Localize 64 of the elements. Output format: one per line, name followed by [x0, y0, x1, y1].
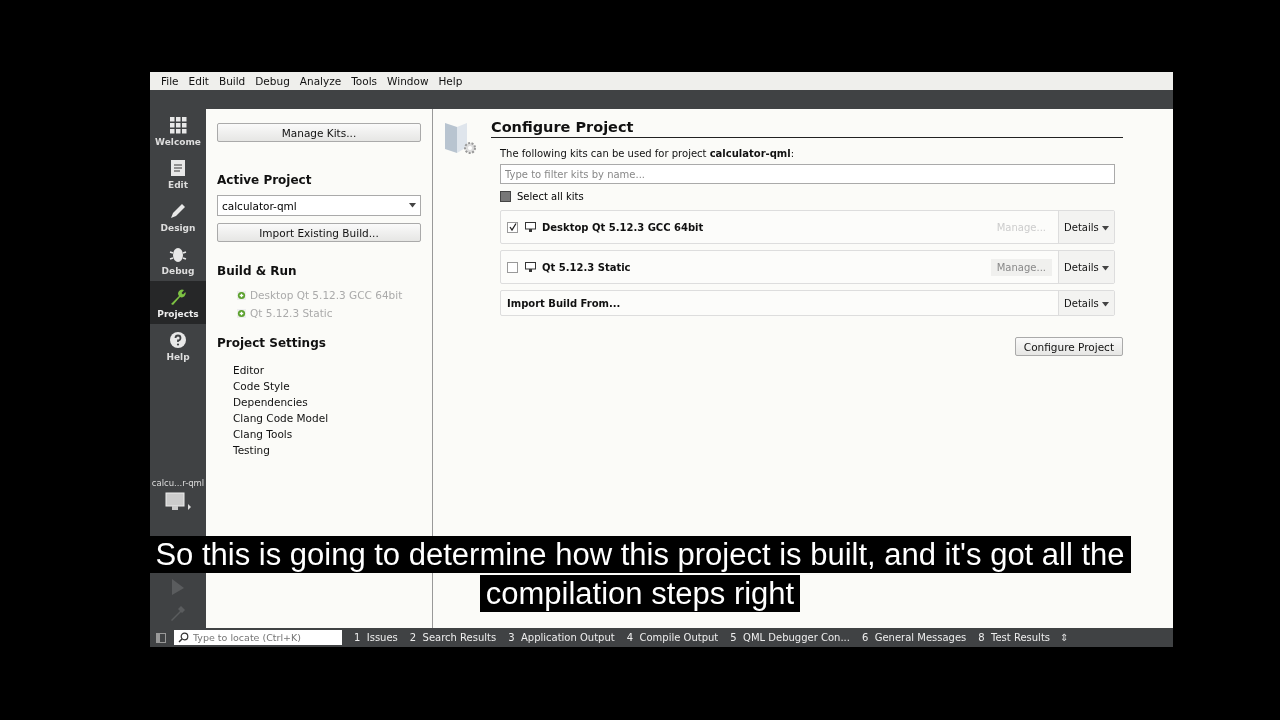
section-heading: Build & Run	[217, 264, 298, 278]
menu-item[interactable]: Window	[382, 75, 434, 87]
output-pane-tab[interactable]: 5 QML Debugger Con...	[724, 632, 856, 643]
search-icon	[178, 632, 189, 643]
caret-icon	[1101, 225, 1109, 231]
pane-toggle[interactable]: ⇕	[1056, 632, 1073, 643]
mode-button[interactable]: Edit	[150, 152, 206, 195]
caret-icon	[1101, 265, 1109, 271]
plus-icon	[237, 290, 246, 300]
caret-icon	[409, 203, 416, 208]
menu-item[interactable]: Help	[433, 75, 468, 87]
settings-item[interactable]: Code Style	[233, 380, 421, 396]
settings-item[interactable]: Editor	[233, 364, 421, 380]
menu-item[interactable]: Tools	[346, 75, 383, 87]
monitor-icon	[525, 262, 536, 272]
menu-item[interactable]: Debug	[250, 75, 295, 87]
checkbox[interactable]	[500, 191, 511, 202]
settings-item[interactable]: Dependencies	[233, 396, 421, 412]
settings-item[interactable]: Testing	[233, 444, 421, 460]
menu-item[interactable]: Build	[213, 75, 251, 87]
checkbox[interactable]	[507, 261, 518, 273]
help-icon	[168, 329, 188, 350]
settings-item[interactable]: Clang Tools	[233, 428, 421, 444]
monitor-icon	[525, 222, 536, 232]
caret-icon	[1101, 301, 1109, 307]
checkbox-label: Select all kits	[517, 191, 584, 202]
mode-button[interactable]: Projects	[150, 281, 206, 324]
mode-button[interactable]: Design	[150, 195, 206, 238]
plus-icon	[237, 308, 246, 318]
checkbox[interactable]	[507, 221, 518, 233]
import-build-button[interactable]: Import Existing Build...	[217, 223, 421, 242]
output-pane-tab[interactable]: 3 Application Output	[502, 632, 621, 643]
menu-item[interactable]: Edit	[183, 75, 214, 87]
output-pane-tab[interactable]: 8 Test Results	[972, 632, 1057, 643]
details-button[interactable]: Details	[1058, 291, 1114, 315]
kit-name: Desktop Qt 5.12.3 GCC 64bit	[542, 221, 704, 233]
project-dropdown[interactable]: calculator-qml	[217, 195, 421, 216]
sidebar-toggle-icon[interactable]	[156, 632, 166, 643]
mode-button[interactable]: Debug	[150, 238, 206, 281]
target-project[interactable]: calcu...r-qml	[150, 478, 206, 488]
mode-button[interactable]: Welcome	[150, 109, 206, 152]
grid-icon	[168, 114, 188, 135]
filter-field[interactable]: Type to filter kits by name...	[500, 164, 1115, 184]
output-pane-tab[interactable]: 6 General Messages	[855, 632, 973, 643]
output-pane-tab[interactable]: 4 Compile Output	[620, 632, 725, 643]
section-heading: Active Project	[217, 173, 313, 187]
document-icon	[168, 157, 188, 178]
intro-text: The following kits can be used for project calculator-qml:	[500, 148, 796, 159]
details-button[interactable]: Details	[1058, 211, 1114, 243]
configure-button[interactable]: Configure Project	[1014, 337, 1123, 356]
locate-field[interactable]: Type to locate (Ctrl+K)	[174, 630, 342, 645]
settings-item[interactable]: Clang Code Model	[233, 412, 421, 428]
page-title: Configure Project	[491, 119, 1123, 138]
menu-item[interactable]: Analyze	[294, 75, 347, 87]
details-button[interactable]: Details	[1058, 251, 1114, 283]
manage-kits-button[interactable]: Manage Kits...	[217, 123, 421, 142]
mode-button[interactable]: Help	[150, 324, 206, 367]
section-heading: Project Settings	[217, 336, 327, 350]
menu-item[interactable]: File	[156, 75, 184, 87]
kit-name: Qt 5.12.3 Static	[542, 261, 631, 273]
import-label: Import Build From...	[507, 297, 621, 309]
hammer-icon[interactable]	[169, 604, 187, 622]
output-pane-tab[interactable]: 1 Issues	[348, 632, 404, 643]
output-pane-tab[interactable]: 2 Search Results	[403, 632, 503, 643]
